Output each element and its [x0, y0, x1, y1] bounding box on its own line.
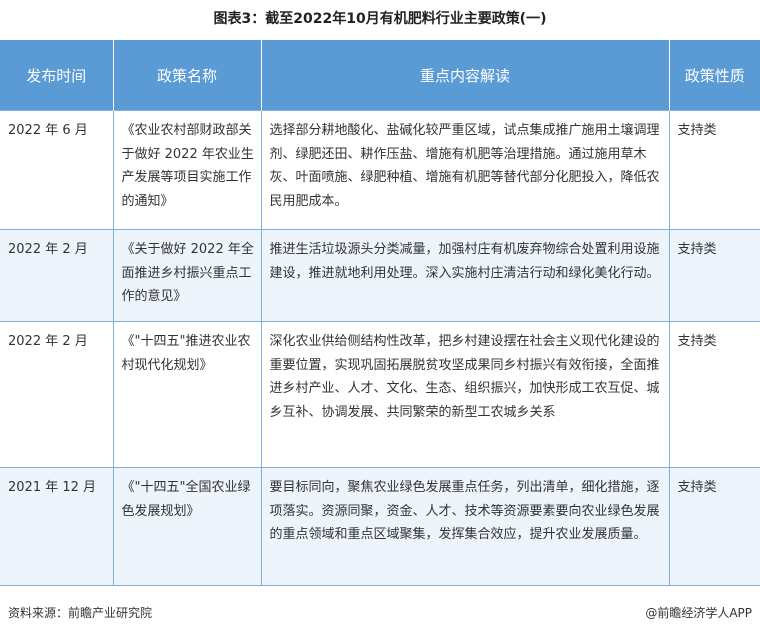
cell-content: 选择部分耕地酸化、盐碱化较严重区域，试点集成推广施用土壤调理剂、绿肥还田、耕作压…	[260, 110, 669, 230]
cell-nature: 支持类	[668, 321, 760, 468]
cell-nature: 支持类	[668, 110, 760, 230]
table-row: 2022 年 6 月 《农业农村部财政部关于做好 2022 年农业生产发展等项目…	[0, 110, 760, 230]
brand-credit: @前瞻经济学人APP	[645, 606, 752, 620]
cell-policy-name: 《关于做好 2022 年全面推进乡村振兴重点工作的意见》	[112, 229, 261, 322]
cell-content: 推进生活垃圾源头分类减量，加强村庄有机废弃物综合处置利用设施建设，推进就地利用处…	[260, 229, 669, 322]
cell-date: 2022 年 6 月	[0, 110, 113, 230]
header-policy-nature: 政策性质	[668, 40, 760, 111]
header-date: 发布时间	[0, 40, 113, 111]
figure-title: 图表3：截至2022年10月有机肥料行业主要政策(一)	[213, 11, 547, 27]
cell-date: 2021 年 12 月	[0, 467, 113, 586]
table-row: 2021 年 12 月 《"十四五"全国农业绿色发展规划》 要目标同向，聚焦农业…	[0, 467, 760, 586]
cell-content: 要目标同向，聚焦农业绿色发展重点任务，列出清单，细化措施，逐项落实。资源同聚，资…	[260, 467, 669, 586]
cell-date: 2022 年 2 月	[0, 229, 113, 322]
cell-policy-name: 《"十四五"推进农业农村现代化规划》	[112, 321, 261, 468]
table-row: 2022 年 2 月 《"十四五"推进农业农村现代化规划》 深化农业供给侧结构性…	[0, 321, 760, 468]
cell-nature: 支持类	[668, 229, 760, 322]
table-row: 2022 年 2 月 《关于做好 2022 年全面推进乡村振兴重点工作的意见》 …	[0, 229, 760, 322]
header-key-content: 重点内容解读	[260, 40, 669, 111]
cell-nature: 支持类	[668, 467, 760, 586]
cell-content: 深化农业供给侧结构性改革，把乡村建设摆在社会主义现代化建设的重要位置，实现巩固拓…	[260, 321, 669, 468]
cell-policy-name: 《"十四五"全国农业绿色发展规划》	[112, 467, 261, 586]
cell-policy-name: 《农业农村部财政部关于做好 2022 年农业生产发展等项目实施工作的通知》	[112, 110, 261, 230]
table-header-row: 发布时间 政策名称 重点内容解读 政策性质	[0, 40, 760, 111]
cell-date: 2022 年 2 月	[0, 321, 113, 468]
header-policy-name: 政策名称	[112, 40, 261, 111]
source-note: 资料来源：前瞻产业研究院	[8, 606, 153, 620]
policy-table: 发布时间 政策名称 重点内容解读 政策性质 2022 年 6 月 《农业农村部财…	[0, 40, 760, 586]
